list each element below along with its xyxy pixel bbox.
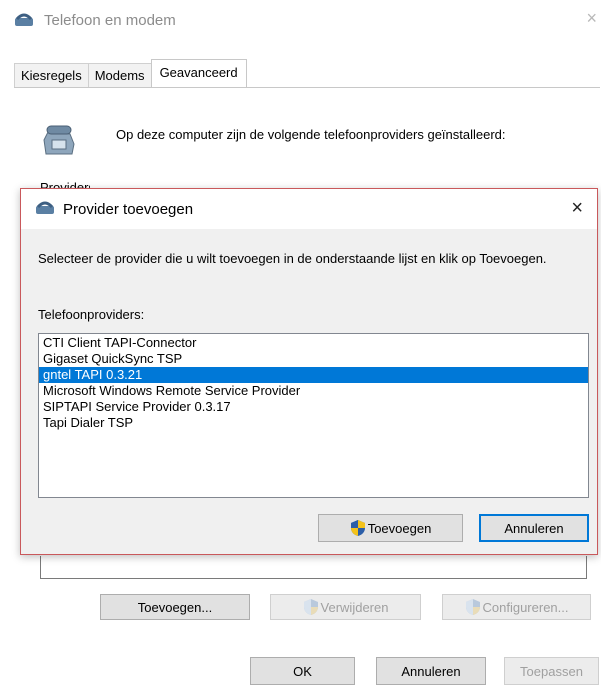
phone-icon (38, 118, 78, 160)
list-item-selected[interactable]: gntel TAPI 0.3.21 (39, 367, 588, 383)
phone-icon (35, 201, 55, 218)
phone-icon (14, 13, 34, 27)
provider-list-label: Telefoonproviders: (38, 307, 145, 322)
add-provider-label: Toevoegen... (137, 599, 213, 615)
add-provider-dialog: Provider toevoegen × Selecteer de provid… (20, 188, 598, 555)
installed-providers-text: Op deze computer zijn de volgende telefo… (116, 127, 506, 142)
parent-cancel-button[interactable]: Annuleren (376, 657, 486, 685)
configure-provider-label: Configureren... (482, 599, 569, 615)
add-provider-button[interactable]: Toevoegen... (100, 594, 250, 620)
apply-label: Toepassen (520, 663, 583, 679)
shield-icon (465, 598, 481, 616)
tab-modems[interactable]: Modems (87, 63, 152, 88)
shield-icon (303, 598, 319, 616)
tab-geavanceerd[interactable]: Geavanceerd (150, 59, 247, 88)
installed-providers-list[interactable] (40, 556, 587, 579)
shield-icon (350, 519, 366, 537)
dialog-titlebar: Provider toevoegen × (21, 189, 597, 229)
dialog-add-label: Toevoegen (367, 520, 432, 536)
list-item[interactable]: Microsoft Windows Remote Service Provide… (39, 383, 588, 399)
dialog-cancel-button[interactable]: Annuleren (479, 514, 589, 542)
list-item[interactable]: Gigaset QuickSync TSP (39, 351, 588, 367)
dialog-add-button[interactable]: Toevoegen (318, 514, 463, 542)
ok-button[interactable]: OK (250, 657, 355, 685)
remove-provider-label: Verwijderen (320, 599, 389, 615)
list-item[interactable]: Tapi Dialer TSP (39, 415, 588, 431)
parent-title: Telefoon en modem (44, 11, 176, 29)
ok-label: OK (293, 663, 312, 679)
tab-kiesregels[interactable]: Kiesregels (14, 63, 89, 88)
dialog-title: Provider toevoegen (63, 200, 194, 218)
parent-close-icon[interactable]: × (586, 8, 597, 29)
dialog-close-icon[interactable]: × (571, 197, 583, 220)
tab-strip: Kiesregels Modems Geavanceerd (14, 59, 247, 88)
dialog-description: Selecteer de provider die u wilt toevoeg… (38, 251, 547, 266)
dialog-cancel-label: Annuleren (504, 520, 564, 536)
parent-titlebar: Telefoon en modem × (14, 0, 601, 40)
provider-list[interactable]: CTI Client TAPI-Connector Gigaset QuickS… (38, 333, 589, 498)
configure-provider-button[interactable]: Configureren... (442, 594, 591, 620)
parent-cancel-label: Annuleren (401, 663, 461, 679)
remove-provider-button[interactable]: Verwijderen (270, 594, 421, 620)
list-item[interactable]: CTI Client TAPI-Connector (39, 335, 588, 351)
apply-button[interactable]: Toepassen (504, 657, 599, 685)
list-item[interactable]: SIPTAPI Service Provider 0.3.17 (39, 399, 588, 415)
